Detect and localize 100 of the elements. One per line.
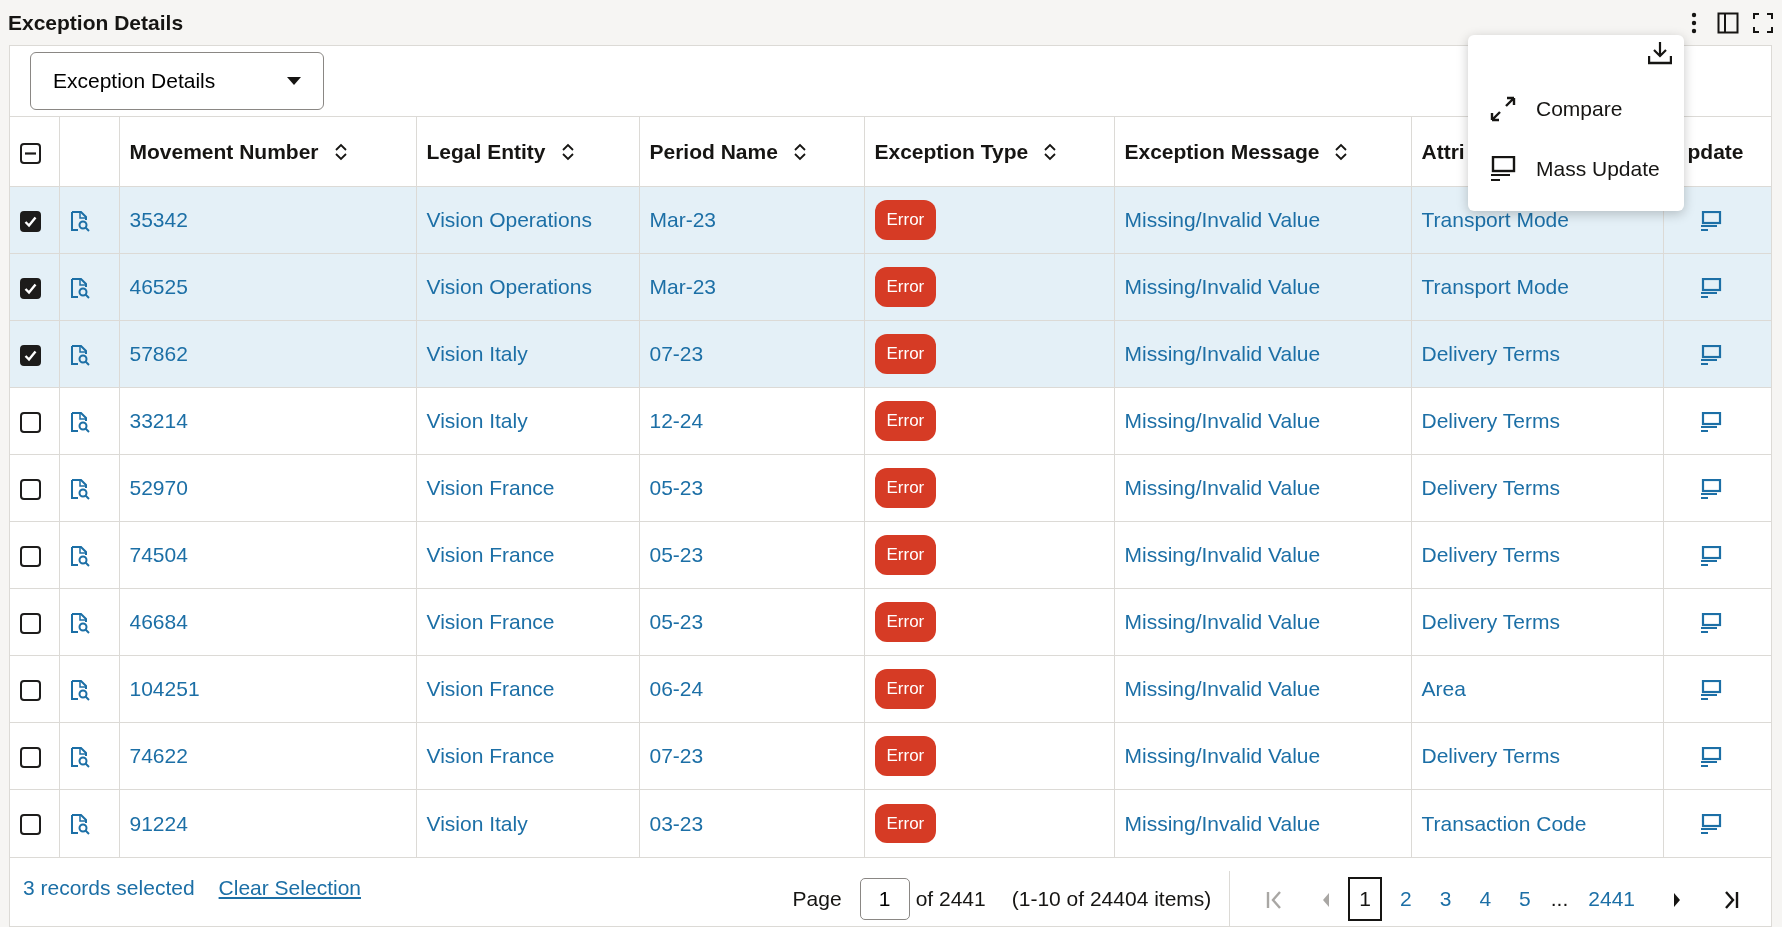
sort-icon[interactable]	[334, 142, 347, 161]
table-link[interactable]: Delivery Terms	[1421, 744, 1560, 768]
page-number-button[interactable]: 2	[1390, 878, 1422, 920]
row-checkbox[interactable]	[20, 747, 41, 769]
document-search-icon[interactable]	[69, 814, 91, 836]
table-link[interactable]: Mar-23	[649, 275, 717, 299]
table-link[interactable]: 33214	[129, 409, 188, 433]
table-link[interactable]: Missing/Invalid Value	[1124, 744, 1321, 768]
download-icon[interactable]	[1648, 41, 1672, 65]
table-link[interactable]: Area	[1421, 677, 1466, 701]
document-search-icon[interactable]	[69, 479, 91, 501]
table-link[interactable]: 74504	[129, 543, 188, 567]
document-search-icon[interactable]	[69, 613, 91, 635]
column-header[interactable]: Period Name	[649, 135, 778, 168]
page-input[interactable]: 1	[859, 878, 910, 920]
update-icon[interactable]	[1699, 814, 1722, 836]
row-checkbox[interactable]	[20, 814, 41, 836]
column-header[interactable]: Exception Message	[1124, 135, 1320, 168]
row-checkbox[interactable]	[20, 546, 41, 568]
update-icon[interactable]	[1699, 546, 1722, 568]
table-link[interactable]: 05-23	[649, 543, 704, 567]
update-icon[interactable]	[1699, 278, 1722, 300]
table-link[interactable]: 46525	[129, 275, 188, 299]
sort-icon[interactable]	[561, 142, 574, 161]
update-icon[interactable]	[1699, 211, 1722, 233]
table-link[interactable]: Missing/Invalid Value	[1124, 543, 1321, 567]
document-search-icon[interactable]	[69, 546, 91, 568]
table-link[interactable]: 07-23	[649, 744, 704, 768]
table-link[interactable]: Vision France	[426, 543, 555, 567]
menu-item[interactable]: Mass Update	[1468, 139, 1684, 199]
table-link[interactable]: 03-23	[649, 811, 704, 835]
table-link[interactable]: 57862	[129, 342, 188, 366]
table-link[interactable]: Vision Italy	[426, 409, 528, 433]
row-checkbox[interactable]	[20, 613, 41, 635]
row-checkbox[interactable]	[20, 479, 41, 501]
table-link[interactable]: 46684	[129, 610, 188, 634]
page-number-button[interactable]: 3	[1429, 878, 1462, 920]
table-link[interactable]: Delivery Terms	[1421, 610, 1560, 634]
table-link[interactable]: Vision France	[426, 476, 555, 500]
update-icon[interactable]	[1699, 345, 1722, 367]
column-header[interactable]: Legal Entity	[426, 135, 546, 168]
column-header[interactable]: Attri	[1421, 135, 1465, 168]
table-link[interactable]: Delivery Terms	[1421, 342, 1560, 366]
table-link[interactable]: Vision Italy	[426, 342, 528, 366]
table-link[interactable]: Missing/Invalid Value	[1124, 610, 1321, 634]
column-header[interactable]: Movement Number	[129, 135, 319, 168]
table-link[interactable]: 74622	[129, 744, 188, 768]
select-all-checkbox[interactable]	[20, 142, 41, 164]
panel-icon[interactable]	[1717, 11, 1739, 34]
page-number-button[interactable]: 1	[1348, 877, 1382, 921]
update-icon[interactable]	[1699, 412, 1722, 434]
table-link[interactable]: 104251	[129, 677, 200, 701]
table-link[interactable]: Delivery Terms	[1421, 476, 1560, 500]
table-link[interactable]: Transaction Code	[1421, 811, 1587, 835]
row-checkbox[interactable]	[20, 412, 41, 434]
view-selector-dropdown[interactable]: Exception Details	[30, 52, 324, 110]
document-search-icon[interactable]	[69, 211, 91, 233]
update-icon[interactable]	[1699, 613, 1722, 635]
update-icon[interactable]	[1699, 479, 1722, 501]
table-link[interactable]: Vision France	[426, 610, 555, 634]
table-link[interactable]: 05-23	[649, 476, 704, 500]
row-checkbox[interactable]	[20, 278, 41, 300]
table-link[interactable]: 07-23	[649, 342, 704, 366]
sort-icon[interactable]	[1044, 142, 1057, 161]
table-link[interactable]: 05-23	[649, 610, 704, 634]
column-header[interactable]: Exception Type	[874, 135, 1029, 168]
table-link[interactable]: Delivery Terms	[1421, 409, 1560, 433]
table-link[interactable]: Missing/Invalid Value	[1124, 811, 1321, 835]
table-link[interactable]: Vision France	[426, 744, 555, 768]
row-checkbox[interactable]	[20, 345, 41, 367]
page-number-button[interactable]: 5	[1509, 878, 1541, 920]
fullscreen-icon[interactable]	[1753, 12, 1773, 33]
page-number-button[interactable]: 4	[1469, 878, 1502, 920]
update-icon[interactable]	[1699, 680, 1722, 702]
row-checkbox[interactable]	[20, 211, 41, 233]
table-link[interactable]: 35342	[129, 208, 188, 232]
row-checkbox[interactable]	[20, 680, 41, 702]
sort-icon[interactable]	[1335, 142, 1348, 161]
document-search-icon[interactable]	[69, 680, 91, 702]
table-link[interactable]: Missing/Invalid Value	[1124, 476, 1321, 500]
more-options-icon[interactable]	[1691, 11, 1697, 34]
table-link[interactable]: 52970	[129, 476, 188, 500]
update-icon[interactable]	[1699, 747, 1722, 769]
table-link[interactable]: 91224	[129, 811, 188, 835]
table-link[interactable]: Vision Italy	[426, 811, 528, 835]
document-search-icon[interactable]	[69, 345, 91, 367]
table-link[interactable]: 12-24	[649, 409, 704, 433]
table-link[interactable]: Delivery Terms	[1421, 543, 1560, 567]
document-search-icon[interactable]	[69, 278, 91, 300]
table-link[interactable]: Mar-23	[649, 208, 717, 232]
page-number-button[interactable]: 2441	[1578, 878, 1645, 920]
sort-icon[interactable]	[793, 142, 806, 161]
table-link[interactable]: 06-24	[649, 677, 704, 701]
table-link[interactable]: Missing/Invalid Value	[1124, 409, 1321, 433]
table-link[interactable]: Vision France	[426, 677, 555, 701]
document-search-icon[interactable]	[69, 747, 91, 769]
document-search-icon[interactable]	[69, 412, 91, 434]
clear-selection-link[interactable]: Clear Selection	[218, 871, 361, 903]
table-link[interactable]: Missing/Invalid Value	[1124, 677, 1321, 701]
column-header[interactable]: pdate	[1687, 135, 1744, 168]
